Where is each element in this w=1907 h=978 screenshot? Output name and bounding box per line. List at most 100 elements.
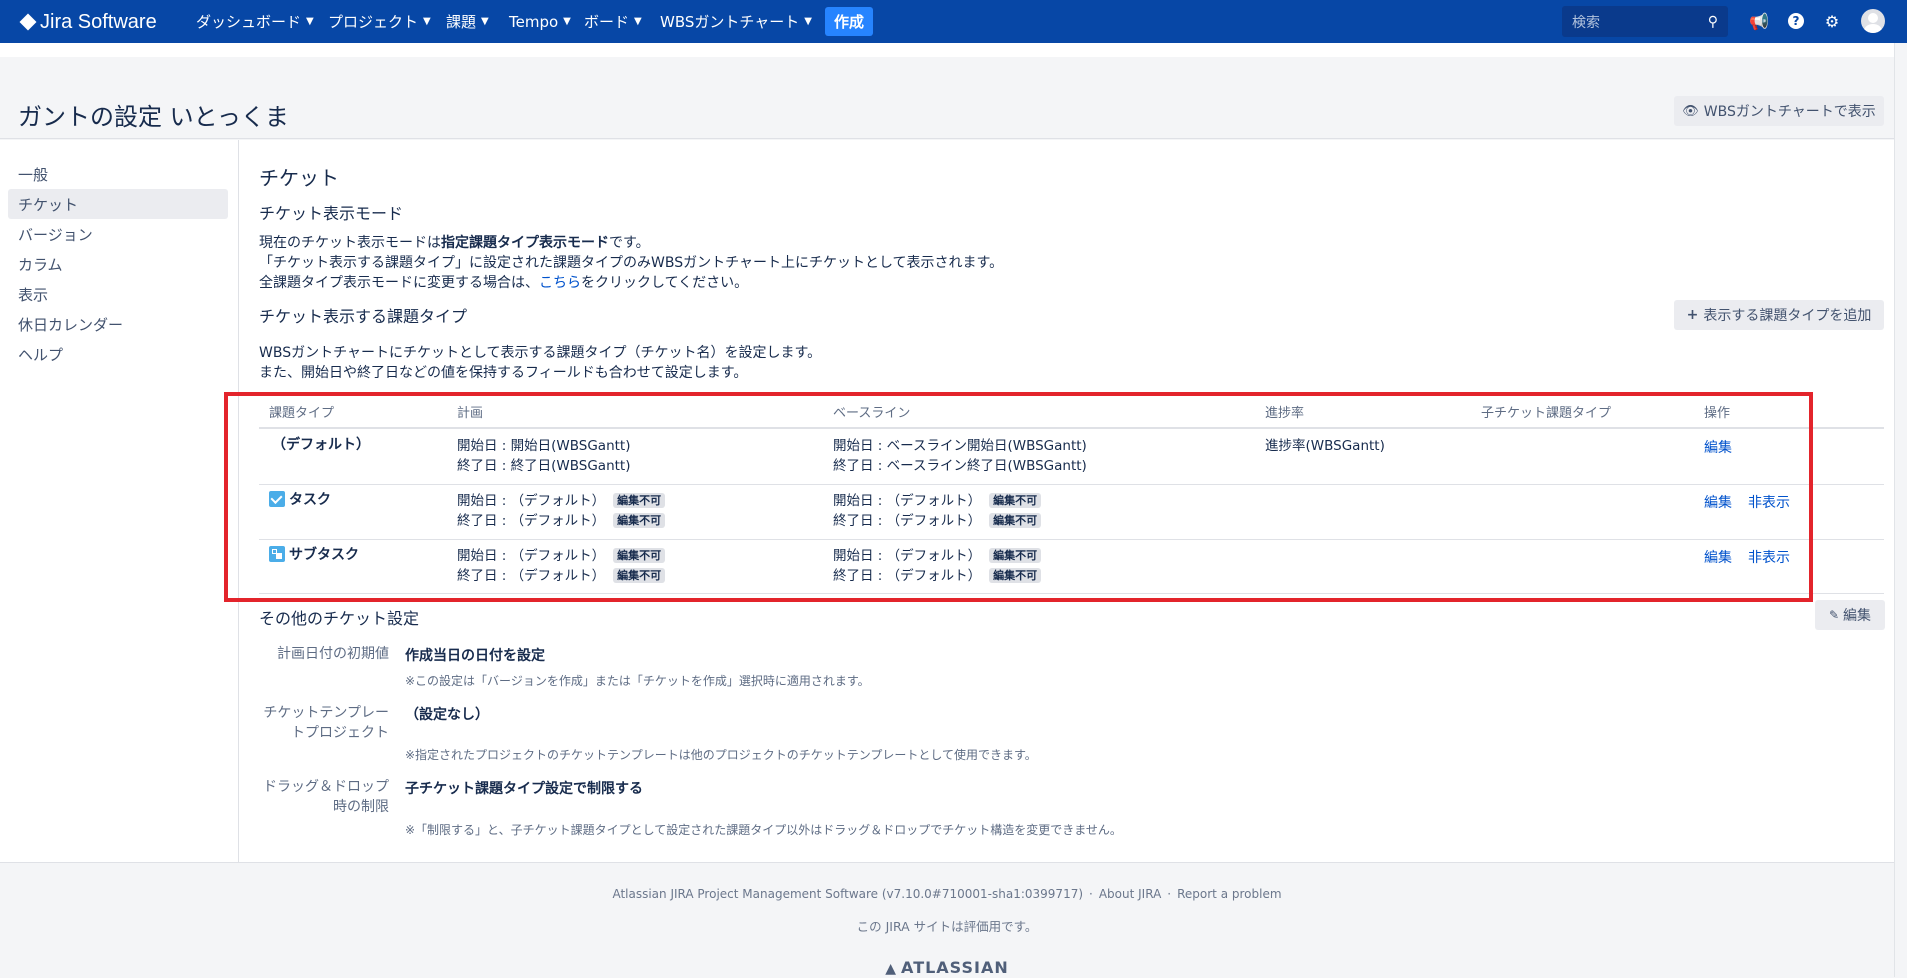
- mode-text: です。: [609, 235, 650, 251]
- read-only-badge: 編集不可: [613, 513, 666, 528]
- gear-icon[interactable]: ⚙: [1822, 11, 1842, 31]
- setting-note: ※この設定は「バージョンを作成」または「チケットを作成」選択時に適用されます。: [405, 674, 870, 688]
- read-only-badge: 編集不可: [989, 493, 1042, 508]
- edit-link[interactable]: 編集: [1704, 437, 1732, 457]
- scrollbar[interactable]: [1894, 43, 1907, 977]
- section-title: チケット: [259, 166, 339, 190]
- hide-link[interactable]: 非表示: [1748, 492, 1790, 512]
- logo-text: Jira Software: [40, 10, 157, 33]
- row-plan: 開始日 : （デフォルト） 編集不可 終了日 : （デフォルト） 編集不可: [457, 491, 666, 531]
- avatar[interactable]: [1861, 9, 1885, 33]
- setting-label-template-project: チケットテンプレー トプロジェクト: [259, 703, 389, 743]
- column-header-child-type: 子チケット課題タイプ: [1481, 406, 1612, 421]
- nav-wbs-gantt[interactable]: WBSガントチャート ▼: [660, 0, 812, 43]
- eye-icon: 👁: [1682, 103, 1699, 119]
- mode-heading: チケット表示モード: [259, 204, 404, 223]
- sidebar-item-holiday-calendar[interactable]: 休日カレンダー: [8, 309, 228, 339]
- search-icon[interactable]: ⚲: [1708, 14, 1718, 30]
- label-line: チケットテンプレー: [263, 705, 389, 721]
- issue-type-label: サブタスク: [289, 547, 359, 563]
- row-issue-type: タスク: [269, 490, 331, 510]
- label-line: ドラッグ＆ドロップ: [263, 779, 389, 795]
- setting-label-plan-date: 計画日付の初期値: [277, 646, 389, 662]
- nav-dashboards[interactable]: ダッシュボード ▼: [196, 0, 314, 43]
- read-only-badge: 編集不可: [613, 548, 666, 563]
- baseline-start: 開始日 : ベースライン開始日(WBSGantt): [833, 438, 1087, 454]
- chevron-down-icon: ▼: [481, 16, 489, 27]
- about-jira-link[interactable]: About JIRA: [1099, 887, 1161, 901]
- search-box[interactable]: 検索 ⚲: [1562, 6, 1728, 37]
- plan-end: 終了日 : （デフォルト）: [457, 568, 606, 584]
- other-settings-heading: その他のチケット設定: [259, 609, 420, 628]
- search-input[interactable]: 検索: [1572, 12, 1708, 32]
- row-baseline: 開始日 : ベースライン開始日(WBSGantt) 終了日 : ベースライン終了…: [833, 436, 1087, 476]
- nav-tempo[interactable]: Tempo ▼: [509, 0, 571, 43]
- nav-label: WBSガントチャート: [660, 13, 800, 31]
- nav-boards[interactable]: ボード ▼: [584, 0, 642, 43]
- add-issue-type-button[interactable]: + 表示する課題タイプを追加: [1674, 300, 1884, 330]
- view-button-label: WBSガントチャートで表示: [1703, 104, 1876, 120]
- row-plan: 開始日 : （デフォルト） 編集不可 終了日 : （デフォルト） 編集不可: [457, 546, 666, 586]
- sidebar-item-column[interactable]: カラム: [8, 249, 228, 279]
- report-problem-link[interactable]: Report a problem: [1177, 887, 1281, 901]
- settings-sidebar: 一般 チケット バージョン カラム 表示 休日カレンダー ヘルプ: [0, 140, 239, 862]
- jira-logo[interactable]: Jira Software: [20, 10, 157, 34]
- row-baseline: 開始日 : （デフォルト） 編集不可 終了日 : （デフォルト） 編集不可: [833, 491, 1042, 531]
- subtask-icon: [269, 546, 285, 562]
- pencil-icon: ✎: [1828, 608, 1840, 622]
- setting-value-template-project: （設定なし）: [405, 707, 489, 723]
- top-navigation: Jira Software ダッシュボード ▼ プロジェクト ▼ 課題 ▼ Tempo…: [0, 0, 1907, 43]
- nav-label: プロジェクト: [328, 13, 419, 31]
- mode-text: 「チケット表示する課題タイプ」に設定された課題タイプのみWBSガントチャート上に…: [259, 255, 1004, 271]
- read-only-badge: 編集不可: [613, 493, 666, 508]
- mode-text: 現在のチケット表示モードは: [259, 235, 441, 251]
- hide-link[interactable]: 非表示: [1748, 547, 1790, 567]
- read-only-badge: 編集不可: [989, 513, 1042, 528]
- row-baseline: 開始日 : （デフォルト） 編集不可 終了日 : （デフォルト） 編集不可: [833, 546, 1042, 586]
- nav-label: ダッシュボード: [196, 13, 302, 31]
- nav-projects[interactable]: プロジェクト ▼: [328, 0, 431, 43]
- issue-type-label: タスク: [289, 492, 331, 508]
- nav-issues[interactable]: 課題 ▼: [446, 0, 489, 43]
- plan-start: 開始日 : （デフォルト）: [457, 548, 606, 564]
- evaluation-notice: この JIRA サイトは評価用です。: [856, 919, 1038, 934]
- baseline-end: 終了日 : （デフォルト）: [833, 513, 982, 529]
- page-title: ガントの設定 いとっくま: [18, 103, 289, 131]
- footer-version: Atlassian JIRA Project Management Softwa…: [612, 887, 1084, 901]
- chevron-down-icon: ▼: [423, 16, 431, 27]
- table-header-divider: [259, 427, 1884, 429]
- sidebar-item-display[interactable]: 表示: [8, 279, 228, 309]
- change-mode-link[interactable]: こちら: [539, 275, 581, 291]
- sidebar-item-general[interactable]: 一般: [8, 159, 228, 189]
- types-description: WBSガントチャートにチケットとして表示する課題タイプ（チケット名）を設定します…: [259, 343, 821, 383]
- row-divider: [259, 593, 1884, 594]
- chevron-down-icon: ▼: [306, 16, 314, 27]
- create-button[interactable]: 作成: [825, 7, 873, 36]
- column-header-actions: 操作: [1704, 406, 1731, 421]
- other-settings-edit-button[interactable]: ✎ 編集: [1815, 600, 1885, 630]
- chevron-down-icon: ▼: [804, 16, 812, 27]
- row-issue-type: （デフォルト）: [272, 437, 370, 453]
- footer-links: Atlassian JIRA Project Management Softwa…: [612, 887, 1282, 901]
- edit-link[interactable]: 編集: [1704, 547, 1732, 567]
- plan-end: 終了日 : （デフォルト）: [457, 513, 606, 529]
- nav-label: 課題: [446, 13, 477, 31]
- help-button[interactable]: ?: [1786, 11, 1806, 31]
- baseline-start: 開始日 : （デフォルト）: [833, 493, 982, 509]
- mode-text: をクリックしてください。: [581, 275, 749, 291]
- view-in-wbs-gantt-button[interactable]: 👁 WBSガントチャートで表示: [1674, 96, 1884, 126]
- atlassian-icon: ▲: [885, 961, 898, 977]
- sidebar-item-version[interactable]: バージョン: [8, 219, 228, 249]
- sidebar-item-help[interactable]: ヘルプ: [8, 339, 228, 369]
- setting-note: ※指定されたプロジェクトのチケットテンプレートは他のプロジェクトのチケットテンプ…: [405, 748, 1037, 762]
- edit-link[interactable]: 編集: [1704, 492, 1732, 512]
- setting-value-plan-date: 作成当日の日付を設定: [405, 648, 545, 664]
- megaphone-icon[interactable]: 📢: [1749, 11, 1769, 31]
- atlassian-logo[interactable]: ▲ ATLASSIAN: [0, 958, 1894, 977]
- footer: Atlassian JIRA Project Management Softwa…: [0, 862, 1894, 978]
- sidebar-item-ticket[interactable]: チケット: [8, 189, 228, 219]
- baseline-start: 開始日 : （デフォルト）: [833, 548, 982, 564]
- plan-start: 開始日 : （デフォルト）: [457, 493, 606, 509]
- label-line: トプロジェクト: [291, 725, 389, 741]
- baseline-end: 終了日 : ベースライン終了日(WBSGantt): [833, 458, 1087, 474]
